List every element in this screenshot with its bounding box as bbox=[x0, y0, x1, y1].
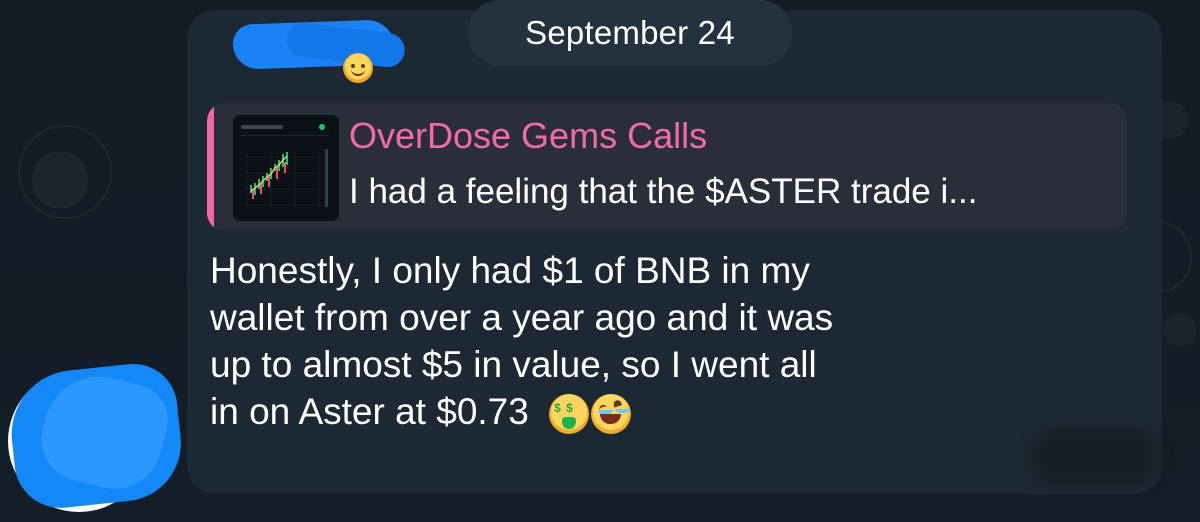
reply-channel-title: OverDose Gems Calls bbox=[349, 115, 708, 156]
blurred-message-meta bbox=[1030, 429, 1160, 485]
message-line: Honestly, I only had $1 of BNB in my bbox=[210, 250, 810, 291]
chart-thumbnail-icon bbox=[243, 149, 329, 207]
money-mouth-face-icon bbox=[549, 394, 590, 435]
message-line: up to almost $5 in value, so I went all bbox=[210, 344, 817, 385]
message-line: wallet from over a year ago and it was bbox=[210, 297, 834, 338]
message-text: Honestly, I only had $1 of BNB in my wal… bbox=[210, 247, 1110, 435]
avatar[interactable] bbox=[0, 359, 187, 513]
message-line-last: in on Aster at $0.73 bbox=[210, 388, 1110, 435]
reply-message-snippet: I had a feeling that the $ASTER trade i.… bbox=[349, 172, 978, 211]
date-separator: September 24 bbox=[468, 0, 792, 66]
reply-preview[interactable]: OverDose Gems Calls I had a feeling that… bbox=[207, 103, 1127, 231]
rolling-on-floor-laughing-icon bbox=[591, 394, 632, 435]
message-line-text: in on Aster at $0.73 bbox=[210, 391, 529, 432]
reply-accent-bar bbox=[207, 103, 214, 231]
smiling-emoji-icon bbox=[343, 53, 373, 83]
reply-thumbnail[interactable] bbox=[232, 114, 340, 222]
message-emoji-group bbox=[549, 394, 632, 435]
